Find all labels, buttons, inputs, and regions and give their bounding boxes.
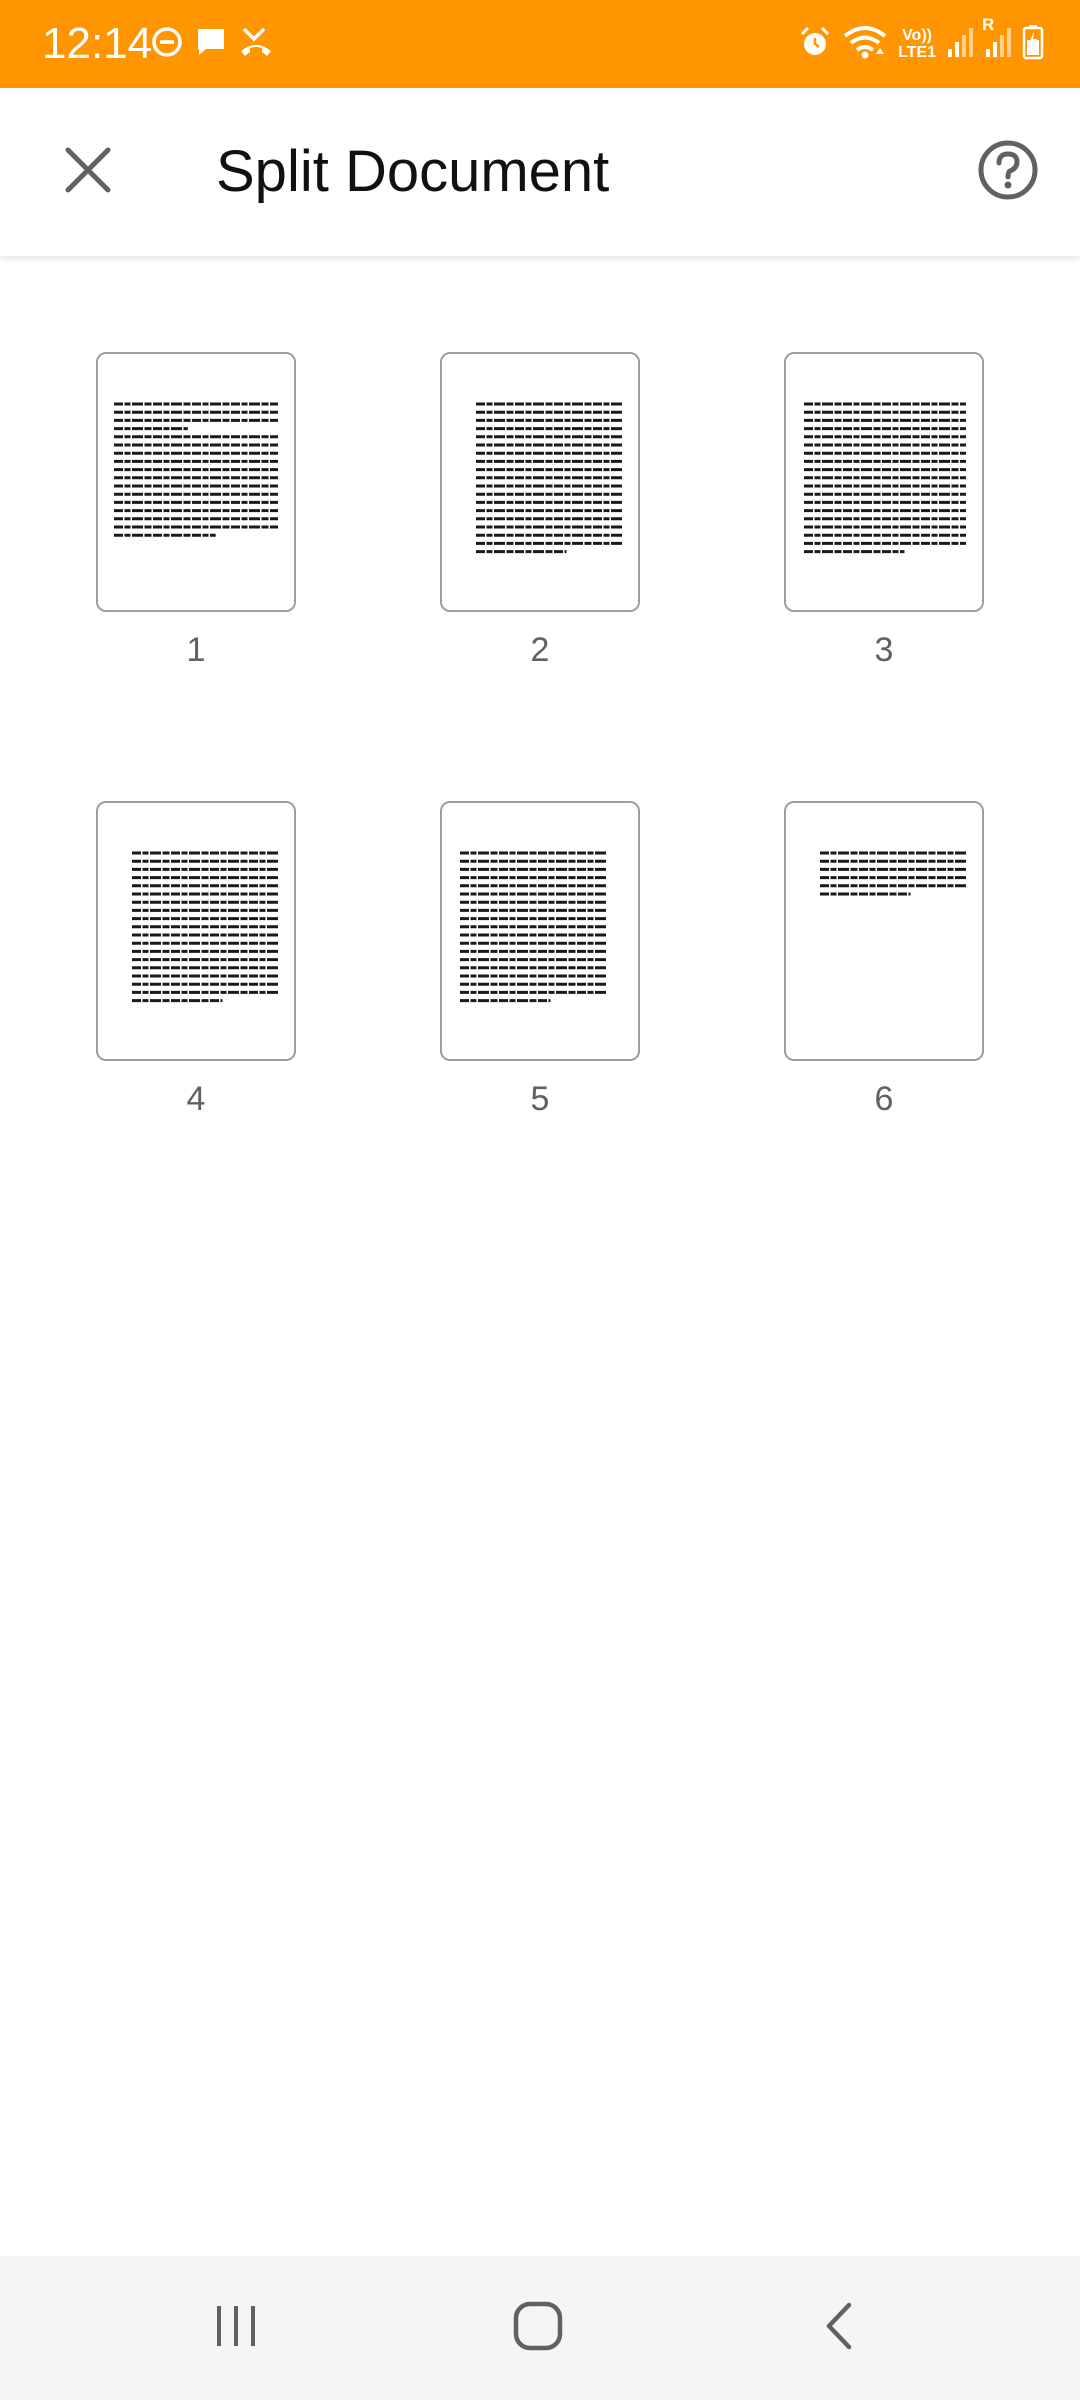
back-button[interactable] (780, 2284, 900, 2372)
recent-apps-button[interactable] (176, 2284, 296, 2372)
page-number: 4 (186, 1080, 206, 1118)
roaming-label: R (982, 14, 995, 34)
page-number: 1 (186, 631, 206, 669)
page-title: Split Document (216, 139, 610, 204)
battery-charging-icon (1022, 24, 1044, 65)
recent-apps-icon (211, 2301, 261, 2356)
home-icon (511, 2299, 565, 2358)
page-thumbnail-6[interactable]: 6 (784, 801, 984, 1121)
status-time: 12:14 (42, 19, 153, 68)
page-preview (784, 352, 984, 612)
page-preview (96, 352, 296, 612)
page-thumbnail-3[interactable]: 3 (784, 352, 984, 672)
lte-label: LTE1 (898, 44, 936, 61)
missed-call-icon (238, 25, 274, 64)
home-button[interactable] (478, 2284, 598, 2372)
chat-message-icon (194, 25, 228, 64)
status-right-icons: Vo)) LTE1 R (798, 15, 1044, 68)
page-number: 5 (530, 1080, 550, 1118)
page-preview (784, 801, 984, 1061)
close-button[interactable] (44, 128, 132, 216)
page-thumbnail-2[interactable]: 2 (440, 352, 640, 672)
do-not-disturb-icon (150, 25, 184, 64)
volte-label: Vo)) (902, 27, 932, 44)
back-icon (815, 2301, 865, 2356)
help-button[interactable] (964, 128, 1052, 216)
app-bar: Split Document (0, 88, 1080, 256)
page-preview (440, 801, 640, 1061)
page-thumbnail-4[interactable]: 4 (96, 801, 296, 1121)
page-preview (96, 801, 296, 1061)
page-number: 6 (874, 1080, 894, 1118)
status-left-icons (150, 22, 274, 66)
split-document-screen: 12:14 Vo)) LTE1 R Split Document 1 2 3 4… (0, 0, 1080, 2400)
help-icon (977, 139, 1039, 206)
page-number: 3 (874, 631, 894, 669)
alarm-icon (798, 25, 832, 64)
close-icon (63, 145, 113, 200)
page-thumbnail-1[interactable]: 1 (96, 352, 296, 672)
signal-icon (946, 25, 974, 64)
signal-roaming-icon: R (982, 15, 1012, 64)
status-bar: 12:14 Vo)) LTE1 R (0, 0, 1080, 88)
page-thumbnail-5[interactable]: 5 (440, 801, 640, 1121)
wifi-icon (842, 24, 888, 65)
volte-icon: Vo)) LTE1 (898, 27, 936, 61)
page-number: 2 (530, 631, 550, 669)
navigation-bar (0, 2256, 1080, 2400)
page-preview (440, 352, 640, 612)
